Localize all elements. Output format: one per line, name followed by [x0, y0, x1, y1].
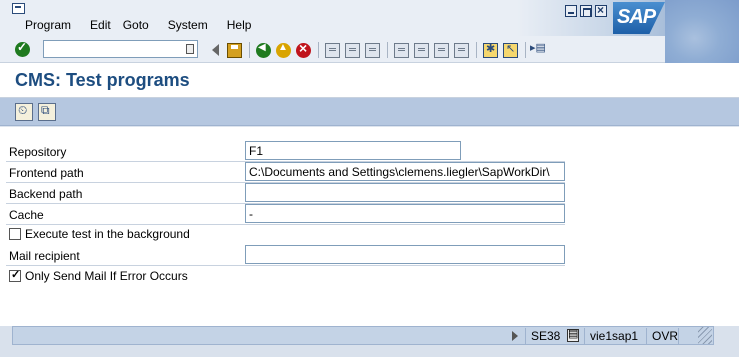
status-mode: OVR: [652, 329, 679, 343]
cache-field[interactable]: -: [245, 204, 565, 223]
window-controls: [565, 3, 607, 17]
status-divider: [646, 328, 647, 345]
status-expand-icon[interactable]: [512, 331, 518, 341]
main-menu: Program Edit Goto System Help: [25, 18, 270, 32]
exit-icon[interactable]: [276, 42, 291, 58]
status-server: vie1sap1: [590, 329, 639, 343]
status-message-area: SE38 vie1sap1 OVR: [12, 326, 714, 345]
save-icon[interactable]: [227, 42, 242, 58]
find-icon[interactable]: [345, 42, 360, 58]
status-bar: SE38 vie1sap1 OVR: [0, 326, 739, 357]
execute-background-label: Execute test in the background: [25, 227, 190, 241]
backend-path-field[interactable]: [245, 183, 565, 202]
command-field[interactable]: [43, 40, 198, 58]
menu-goto[interactable]: Goto: [123, 18, 149, 32]
status-divider: [584, 328, 585, 345]
previous-page-icon[interactable]: [414, 42, 429, 58]
find-next-icon[interactable]: [365, 42, 380, 58]
status-select-icon[interactable]: [567, 327, 579, 342]
minimize-icon[interactable]: [565, 5, 577, 17]
toolbar-icons: [212, 40, 553, 58]
repository-label: Repository: [9, 145, 67, 159]
page-title: CMS: Test programs: [15, 70, 190, 90]
menu-edit[interactable]: Edit: [90, 18, 111, 32]
frontend-path-field[interactable]: C:\Documents and Settings\clemens.liegle…: [245, 162, 565, 181]
mail-recipient-label: Mail recipient: [9, 249, 80, 263]
help-icon[interactable]: [503, 42, 518, 58]
menu-system[interactable]: System: [168, 18, 208, 32]
back-icon[interactable]: [256, 42, 271, 58]
title-bar: CMS: Test programs: [0, 63, 739, 98]
copy-icon[interactable]: [38, 103, 56, 121]
only-send-mail-checkbox[interactable]: [9, 268, 21, 282]
backend-path-label: Backend path: [9, 187, 83, 201]
backend-path-row: Backend path: [6, 183, 565, 204]
next-page-icon[interactable]: [434, 42, 449, 58]
repository-field[interactable]: F1: [245, 141, 461, 160]
enter-icon[interactable]: [15, 40, 30, 57]
frontend-path-label: Frontend path: [9, 166, 84, 180]
execute-background-checkbox[interactable]: [9, 228, 21, 240]
status-transaction: SE38: [531, 329, 561, 343]
first-page-icon[interactable]: [394, 42, 409, 58]
layout-menu-icon[interactable]: [530, 41, 548, 58]
cancel-icon[interactable]: [296, 40, 311, 58]
toolbar-separator: [525, 42, 526, 58]
mail-recipient-field[interactable]: [245, 245, 565, 264]
row-divider: [6, 265, 565, 266]
only-send-mail-label: Only Send Mail If Error Occurs: [25, 269, 188, 283]
only-send-mail-row: Only Send Mail If Error Occurs: [9, 268, 188, 283]
maximize-icon[interactable]: [580, 5, 592, 17]
toolbar-triangle-icon[interactable]: [212, 44, 219, 56]
row-divider: [6, 224, 565, 225]
repository-row: Repository F1: [6, 141, 565, 162]
system-menu-icon[interactable]: [12, 3, 25, 14]
sap-logo-text: SAP: [617, 6, 656, 28]
execute-icon[interactable]: [15, 103, 33, 121]
execute-background-row: Execute test in the background: [9, 227, 190, 241]
status-divider: [525, 328, 526, 345]
sap-swirl-decoration: [665, 0, 739, 64]
menu-help[interactable]: Help: [227, 18, 252, 32]
command-input[interactable]: [44, 41, 179, 57]
application-toolbar: [0, 98, 739, 126]
command-history-icon[interactable]: [186, 44, 194, 54]
print-icon[interactable]: [325, 42, 340, 58]
selection-screen: Repository F1 Frontend path C:\Documents…: [0, 126, 739, 326]
toolbar-separator: [318, 42, 319, 58]
frontend-path-row: Frontend path C:\Documents and Settings\…: [6, 162, 565, 183]
mail-recipient-row: Mail recipient: [6, 245, 565, 266]
close-icon[interactable]: [595, 3, 607, 17]
toolbar-separator: [249, 42, 250, 58]
toolbar-separator: [476, 42, 477, 58]
cache-label: Cache: [9, 208, 44, 222]
resize-grip-icon[interactable]: [698, 327, 712, 344]
create-session-icon[interactable]: [483, 42, 498, 58]
cache-row: Cache -: [6, 204, 565, 225]
standard-toolbar: [0, 36, 665, 63]
menu-program[interactable]: Program: [25, 18, 71, 32]
status-divider: [678, 328, 679, 345]
last-page-icon[interactable]: [454, 42, 469, 58]
toolbar-separator: [387, 42, 388, 58]
